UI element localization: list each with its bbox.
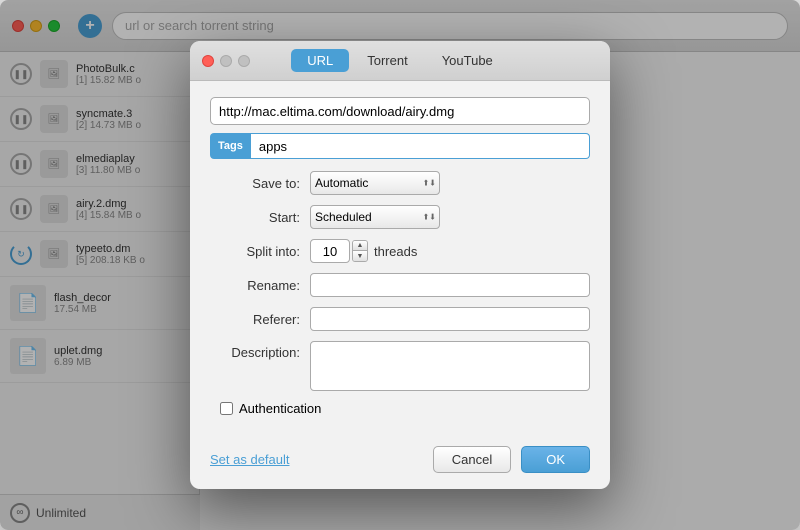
rename-input[interactable] <box>310 273 590 297</box>
modal-traffic-lights <box>202 55 250 67</box>
referer-row: Referer: <box>210 307 590 331</box>
tags-row: Tags <box>210 133 590 159</box>
start-row: Start: Scheduled <box>210 205 590 229</box>
threads-label: threads <box>374 244 417 259</box>
modal-maximize-button[interactable] <box>238 55 250 67</box>
modal-overlay: URL Torrent YouTube Tags Save to: <box>0 0 800 530</box>
tags-input[interactable] <box>251 133 590 159</box>
modal-minimize-button[interactable] <box>220 55 232 67</box>
description-input[interactable] <box>310 341 590 391</box>
referer-label: Referer: <box>210 312 300 327</box>
auth-checkbox[interactable] <box>220 402 233 415</box>
start-select-wrapper: Scheduled <box>310 205 440 229</box>
url-input[interactable] <box>210 97 590 125</box>
modal-body: Tags Save to: Automatic Start: <box>190 81 610 446</box>
modal-dialog: URL Torrent YouTube Tags Save to: <box>190 41 610 489</box>
spinner-down[interactable]: ▼ <box>353 251 367 261</box>
rename-label: Rename: <box>210 278 300 293</box>
ok-button[interactable]: OK <box>521 446 590 473</box>
modal-footer: Set as default Cancel OK <box>190 446 610 489</box>
spinner-up[interactable]: ▲ <box>353 241 367 251</box>
save-to-row: Save to: Automatic <box>210 171 590 195</box>
rename-row: Rename: <box>210 273 590 297</box>
auth-row: Authentication <box>210 401 590 416</box>
save-to-select-wrapper: Automatic <box>310 171 440 195</box>
set-default-link[interactable]: Set as default <box>210 452 290 467</box>
tab-youtube[interactable]: YouTube <box>426 49 509 72</box>
footer-buttons: Cancel OK <box>433 446 590 473</box>
modal-close-button[interactable] <box>202 55 214 67</box>
split-row: Split into: ▲ ▼ threads <box>210 239 590 263</box>
threads-spinner: ▲ ▼ <box>352 240 368 262</box>
save-to-label: Save to: <box>210 176 300 191</box>
split-label: Split into: <box>210 244 300 259</box>
app-window: + url or search torrent string ❚❚ 🖼 Phot… <box>0 0 800 530</box>
tags-badge: Tags <box>210 133 251 159</box>
tab-torrent[interactable]: Torrent <box>351 49 423 72</box>
modal-titlebar: URL Torrent YouTube <box>190 41 610 81</box>
description-row: Description: <box>210 341 590 391</box>
cancel-button[interactable]: Cancel <box>433 446 511 473</box>
auth-label: Authentication <box>239 401 321 416</box>
save-to-select[interactable]: Automatic <box>310 171 440 195</box>
split-input[interactable] <box>310 239 350 263</box>
start-label: Start: <box>210 210 300 225</box>
modal-tabs: URL Torrent YouTube <box>291 49 509 72</box>
referer-input[interactable] <box>310 307 590 331</box>
start-select[interactable]: Scheduled <box>310 205 440 229</box>
description-label: Description: <box>210 345 300 360</box>
tab-url[interactable]: URL <box>291 49 349 72</box>
